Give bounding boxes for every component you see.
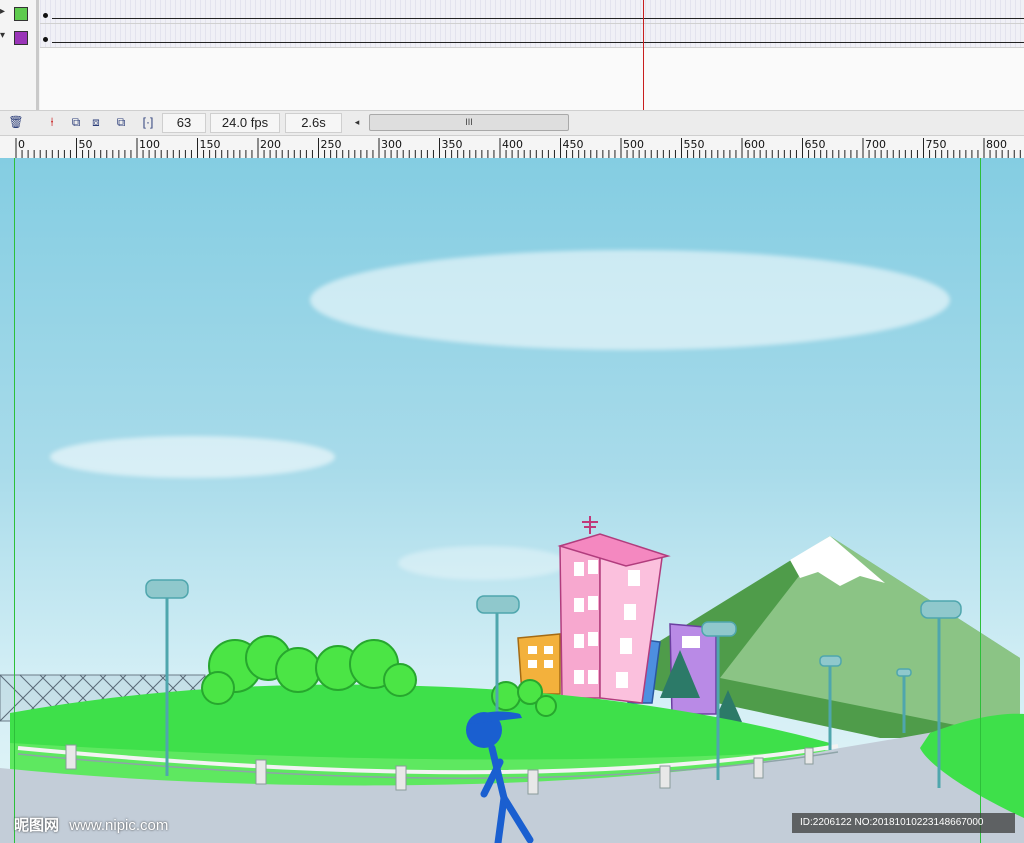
layer-row-2[interactable]: ▾ [0,26,36,50]
scene-illustration [0,516,1024,843]
frame-track-layer-2[interactable] [40,24,1024,48]
mountain [600,536,1020,738]
ruler-tick-label: 700 [865,138,886,151]
ruler-tick-label: 150 [199,138,221,151]
ruler-tick-label: 250 [320,138,342,151]
ruler-tick-label: 50 [78,138,93,151]
ruler-tick-label: 400 [502,138,523,151]
layer-list: ▸ ▾ [0,0,39,110]
modify-onion-markers-icon[interactable]: [·] [140,114,156,130]
ruler-tick-label: 550 [683,138,705,151]
frames-grid[interactable] [40,0,1024,110]
onion-skin-icon[interactable]: ⧉ [68,114,84,130]
timeline-scrollbar[interactable]: III [369,114,569,131]
layer-expand-icon[interactable]: ▸ [0,6,5,17]
timeline-toolbar: 🗑 ⍿ ⧉ ⧈ ⧉ [·] 63 24.0 fps 2.6s ◂ III [0,110,1024,136]
keyframe-dot[interactable] [43,13,48,18]
ruler-tick-label: 500 [623,138,644,151]
ruler-tick-label: 100 [139,138,160,151]
ruler-tick-label: 750 [925,138,947,151]
ruler-tick-label: 450 [562,138,584,151]
stage-guide-left[interactable] [14,158,15,843]
delete-layer-icon[interactable]: 🗑 [8,114,24,130]
tween-line [52,42,1024,43]
keyframe-dot[interactable] [43,37,48,42]
current-frame-field[interactable]: 63 [162,113,206,133]
watermark-left: 昵图网 www.nipic.com [14,814,168,835]
ruler-tick-label: 650 [804,138,826,151]
stage-guide-right[interactable] [980,158,981,843]
layer-expand-icon[interactable]: ▾ [0,30,5,41]
tween-line [52,18,1024,19]
elapsed-time-field[interactable]: 2.6s [285,113,342,133]
ruler-tick-label: 800 [986,138,1007,151]
layer-color-swatch[interactable] [14,7,28,21]
ruler-tick-label: 300 [381,138,402,151]
frame-track-layer-1[interactable] [40,0,1024,24]
stage-canvas[interactable] [0,158,1024,843]
ruler-tick-label: 350 [441,138,463,151]
layer-row-1[interactable]: ▸ [0,2,36,26]
ruler-tick-label: 200 [260,138,281,151]
edit-multiple-frames-icon[interactable]: ⧉ [113,114,129,130]
ruler-tick-label: 0 [18,138,25,151]
ruler-tick-label: 600 [744,138,765,151]
horizontal-ruler: 0 50 100 150 200 250 300 350 400 450 500 550 600 650 7… [0,136,1024,159]
scroll-left-arrow-icon[interactable]: ◂ [350,114,364,130]
watermark-brand: 昵图网 [14,817,60,834]
center-frame-icon[interactable]: ⍿ [44,114,60,130]
onion-skin-outlines-icon[interactable]: ⧈ [88,114,104,130]
frame-rate-field[interactable]: 24.0 fps [210,113,280,133]
timeline-panel: ▸ ▾ [0,0,1024,110]
watermark-site: www.nipic.com [69,817,169,834]
layer-color-swatch[interactable] [14,31,28,45]
watermark-id: ID:2206122 NO:20181010223148667000 [792,813,1015,833]
playhead-marker[interactable] [643,0,644,110]
